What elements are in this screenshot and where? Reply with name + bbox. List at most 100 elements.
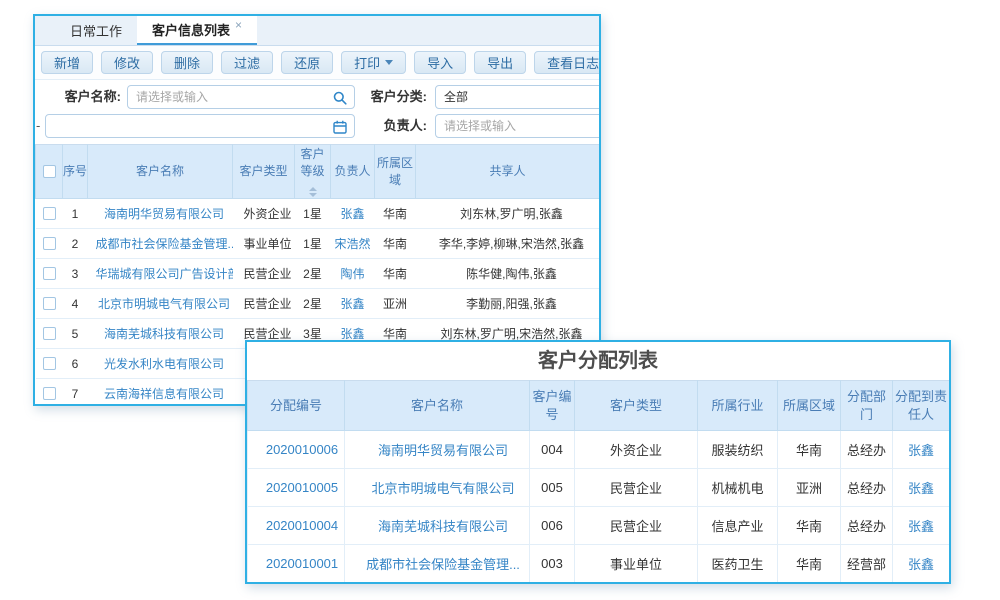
cell-type: 民营企业: [575, 507, 698, 545]
tab-daily-work[interactable]: 日常工作: [55, 16, 137, 45]
print-button-label: 打印: [354, 53, 380, 72]
edit-button[interactable]: 修改: [101, 51, 153, 74]
filter-button[interactable]: 过滤: [221, 51, 273, 74]
export-button[interactable]: 导出: [474, 51, 526, 74]
cell-no: 1: [63, 199, 88, 229]
cell-region: 华南: [375, 229, 416, 259]
row-checkbox[interactable]: [43, 357, 56, 370]
cell-type: 民营企业: [233, 259, 295, 289]
cell-region: 华南: [375, 259, 416, 289]
table-row: 3 华瑞城有限公司广告设计部 民营企业 2星 陶伟 华南 陈华健,陶伟,张鑫: [36, 259, 600, 289]
customer-allocation-panel: 客户分配列表 分配编号 客户名称 客户编号 客户类型 所属行业 所属区域 分配部…: [245, 340, 951, 584]
cell-dept: 总经办: [841, 431, 893, 469]
table-row: 2 成都市社会保险基金管理... 事业单位 1星 宋浩然 华南 李华,李婷,柳琳…: [36, 229, 600, 259]
owner-link[interactable]: 张鑫: [331, 289, 375, 319]
row-checkbox[interactable]: [43, 207, 56, 220]
cell-level: 1星: [295, 199, 331, 229]
header-shared: 共享人: [416, 145, 600, 199]
cell-type: 事业单位: [575, 545, 698, 583]
cell-industry: 医药卫生: [698, 545, 778, 583]
import-button[interactable]: 导入: [414, 51, 466, 74]
date-input[interactable]: [45, 114, 355, 138]
calendar-icon[interactable]: [333, 119, 347, 138]
cell-region: 华南: [778, 545, 841, 583]
customer-category-select[interactable]: 全部: [435, 85, 601, 109]
header-customer-level-label: 客户等级: [300, 147, 324, 177]
cell-dept: 经营部: [841, 545, 893, 583]
tab-bar: 日常工作 客户信息列表 ×: [35, 16, 599, 46]
customer-name-link[interactable]: 成都市社会保险基金管理...: [88, 229, 233, 259]
owner-input[interactable]: 请选择或输入: [435, 114, 601, 138]
customer-name-link[interactable]: 云南海祥信息有限公司: [88, 379, 233, 407]
row-checkbox[interactable]: [43, 297, 56, 310]
customer-name-link[interactable]: 海南明华贸易有限公司: [345, 431, 530, 469]
cell-region: 华南: [778, 507, 841, 545]
customer-name-link[interactable]: 北京市明城电气有限公司: [88, 289, 233, 319]
customer-category-label: 客户分类:: [357, 85, 427, 109]
customer-name-placeholder: 请选择或输入: [136, 90, 208, 104]
row-checkbox[interactable]: [43, 387, 56, 400]
tab-customer-info-list[interactable]: 客户信息列表 ×: [137, 16, 257, 45]
allocation-header-row: 分配编号 客户名称 客户编号 客户类型 所属行业 所属区域 分配部门 分配到责任…: [248, 381, 950, 431]
customer-name-link[interactable]: 海南芜城科技有限公司: [345, 507, 530, 545]
cell-level: 2星: [295, 289, 331, 319]
cell-type: 外资企业: [233, 199, 295, 229]
customer-name-label: 客户名称:: [45, 85, 121, 109]
owner-link[interactable]: 陶伟: [331, 259, 375, 289]
assignee-link[interactable]: 张鑫: [893, 431, 950, 469]
table-row: 2020010004 海南芜城科技有限公司 006 民营企业 信息产业 华南 总…: [248, 507, 950, 545]
row-checkbox[interactable]: [43, 327, 56, 340]
header-owner: 负责人: [331, 145, 375, 199]
owner-link[interactable]: 宋浩然: [331, 229, 375, 259]
assignee-link[interactable]: 张鑫: [893, 545, 950, 583]
customer-name-link[interactable]: 海南芜城科技有限公司: [88, 319, 233, 349]
cell-customer-no: 005: [530, 469, 575, 507]
header-no: 序号: [63, 145, 88, 199]
cell-shared: 刘东林,罗广明,张鑫: [416, 199, 600, 229]
table-row: 2020010006 海南明华贸易有限公司 004 外资企业 服装纺织 华南 总…: [248, 431, 950, 469]
header-region: 所属区域: [778, 381, 841, 431]
cell-type: 民营企业: [233, 289, 295, 319]
customer-name-link[interactable]: 成都市社会保险基金管理...: [345, 545, 530, 583]
assign-no-link[interactable]: 2020010004: [248, 507, 345, 545]
restore-button[interactable]: 还原: [281, 51, 333, 74]
row-checkbox[interactable]: [43, 267, 56, 280]
cell-shared: 李勤丽,阳强,张鑫: [416, 289, 600, 319]
assign-no-link[interactable]: 2020010006: [248, 431, 345, 469]
assignee-link[interactable]: 张鑫: [893, 469, 950, 507]
view-log-button[interactable]: 查看日志: [534, 51, 601, 74]
delete-button[interactable]: 删除: [161, 51, 213, 74]
add-button[interactable]: 新增: [41, 51, 93, 74]
print-button[interactable]: 打印: [341, 51, 406, 74]
sort-icon[interactable]: [309, 187, 317, 197]
customer-name-link[interactable]: 北京市明城电气有限公司: [345, 469, 530, 507]
customer-name-link[interactable]: 海南明华贸易有限公司: [88, 199, 233, 229]
cell-industry: 服装纺织: [698, 431, 778, 469]
cell-no: 2: [63, 229, 88, 259]
owner-link[interactable]: 张鑫: [331, 199, 375, 229]
table-row: 1 海南明华贸易有限公司 外资企业 1星 张鑫 华南 刘东林,罗广明,张鑫: [36, 199, 600, 229]
cell-shared: 陈华健,陶伟,张鑫: [416, 259, 600, 289]
allocation-panel-title: 客户分配列表: [247, 342, 949, 380]
cell-no: 6: [63, 349, 88, 379]
header-customer-level[interactable]: 客户等级: [295, 145, 331, 199]
search-icon[interactable]: [333, 90, 347, 109]
cell-customer-no: 003: [530, 545, 575, 583]
customer-name-link[interactable]: 华瑞城有限公司广告设计部: [88, 259, 233, 289]
cell-no: 5: [63, 319, 88, 349]
customer-name-input[interactable]: 请选择或输入: [127, 85, 355, 109]
cell-industry: 信息产业: [698, 507, 778, 545]
select-all-checkbox[interactable]: [43, 165, 56, 178]
date-range-separator: -: [36, 114, 44, 138]
customer-table-header-row: 序号 客户名称 客户类型 客户等级 负责人 所属区域 共享人: [36, 145, 600, 199]
row-checkbox[interactable]: [43, 237, 56, 250]
tab-close-icon[interactable]: ×: [235, 18, 242, 32]
assignee-link[interactable]: 张鑫: [893, 507, 950, 545]
customer-name-link[interactable]: 光发水利水电有限公司: [88, 349, 233, 379]
allocation-table: 分配编号 客户名称 客户编号 客户类型 所属行业 所属区域 分配部门 分配到责任…: [247, 380, 950, 583]
assign-no-link[interactable]: 2020010001: [248, 545, 345, 583]
header-dept: 分配部门: [841, 381, 893, 431]
cell-no: 3: [63, 259, 88, 289]
filter-area: 客户名称: 请选择或输入 客户分类: 全部 -: [35, 80, 599, 144]
assign-no-link[interactable]: 2020010005: [248, 469, 345, 507]
